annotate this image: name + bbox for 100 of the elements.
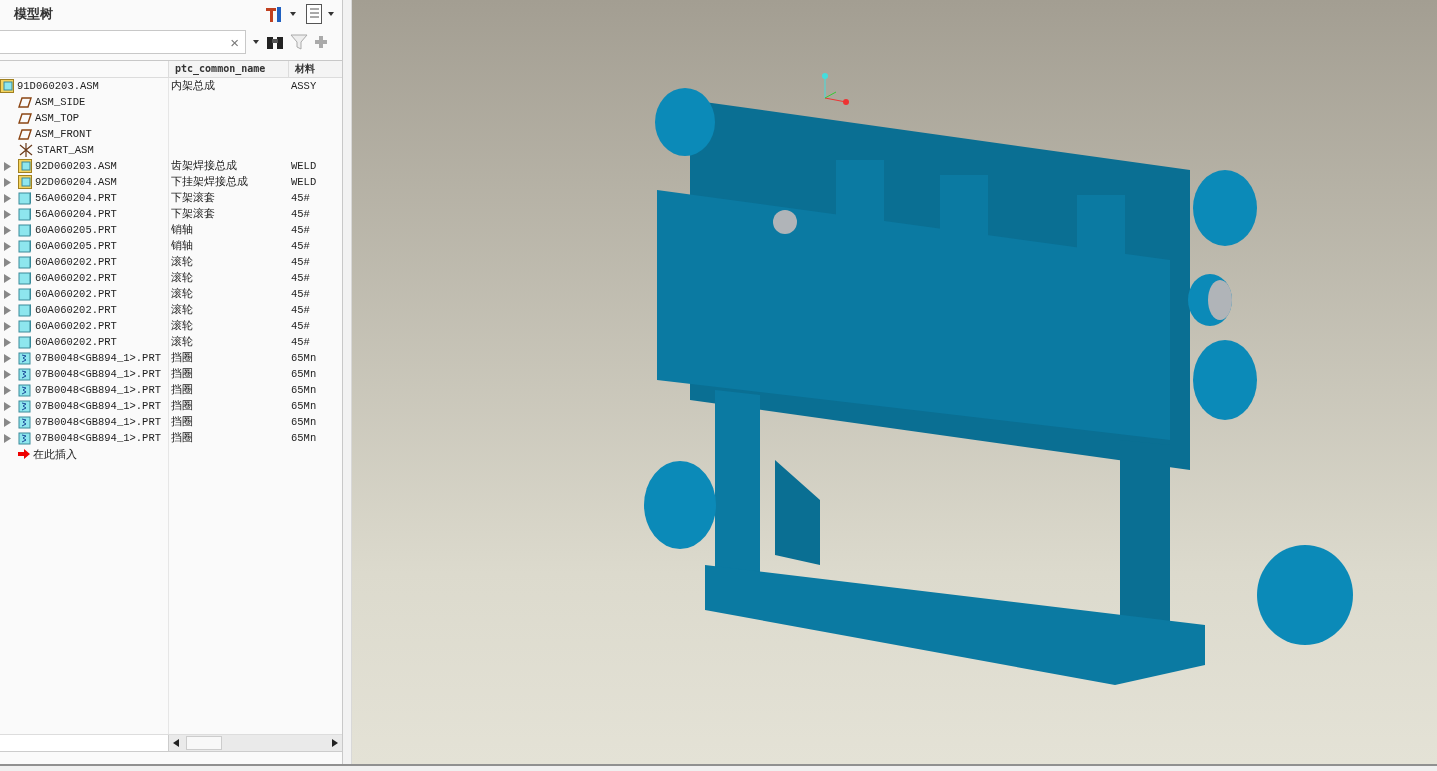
- part-icon: [18, 191, 32, 205]
- table-cell-text: 65Mn: [290, 351, 318, 366]
- collapsed-arrow-icon[interactable]: [3, 193, 11, 203]
- tree-item-name[interactable]: ASM_TOP: [35, 112, 80, 124]
- tree-item-name[interactable]: 60A060202.PRT: [35, 336, 117, 348]
- part-icon: [18, 335, 32, 349]
- table-cell-text: 65Mn: [290, 399, 318, 414]
- collapsed-arrow-icon[interactable]: [3, 385, 11, 395]
- part-icon: [18, 287, 32, 301]
- assembly-icon: [18, 159, 32, 173]
- table-cell-text: 挡圈: [170, 366, 194, 382]
- tree-item-name[interactable]: 60A060205.PRT: [35, 224, 117, 236]
- collapsed-arrow-icon[interactable]: [3, 257, 11, 267]
- table-cell-text: ASSY: [290, 79, 318, 94]
- insert-arrow-icon: [18, 449, 30, 459]
- collapsed-arrow-icon[interactable]: [3, 353, 11, 363]
- tree-item-name[interactable]: 60A060202.PRT: [35, 272, 117, 284]
- table-cell-text: 挡圈: [170, 430, 194, 446]
- tree-item-name[interactable]: 60A060205.PRT: [35, 240, 117, 252]
- collapsed-arrow-icon[interactable]: [3, 209, 11, 219]
- table-cell-text: 65Mn: [290, 367, 318, 382]
- collapsed-arrow-icon[interactable]: [3, 401, 11, 411]
- part-icon: [18, 271, 32, 285]
- table-cell-text: 挡圈: [170, 350, 194, 366]
- tree-item-name[interactable]: 07B0048<GB894_1>.PRT: [35, 352, 162, 364]
- collapsed-arrow-icon[interactable]: [3, 273, 11, 283]
- table-cell-text: 65Mn: [290, 431, 318, 446]
- datum-plane-icon: [18, 96, 32, 108]
- table-cell-text: 45#: [290, 303, 311, 318]
- tree-item-name[interactable]: 92D060203.ASM: [35, 160, 117, 172]
- scroll-left-icon[interactable]: [172, 738, 180, 748]
- table-cell-text: 45#: [290, 287, 311, 302]
- part-icon: [18, 223, 32, 237]
- tree-item-name[interactable]: 60A060202.PRT: [35, 320, 117, 332]
- table-cell-text: 65Mn: [290, 383, 318, 398]
- table-cell-text: 45#: [290, 207, 311, 222]
- table-cell-text: 销轴: [170, 222, 194, 238]
- plus-icon[interactable]: [314, 35, 328, 49]
- tree-item-name[interactable]: 在此插入: [33, 446, 77, 462]
- standard-part-icon: [18, 415, 32, 429]
- datum-plane-icon: [18, 128, 32, 140]
- part-icon: [18, 303, 32, 317]
- column-header[interactable]: 材料: [288, 61, 343, 77]
- collapsed-arrow-icon[interactable]: [3, 241, 11, 251]
- tree-item-name[interactable]: 60A060202.PRT: [35, 256, 117, 268]
- table-cell-text: 齿架焊接总成: [170, 158, 238, 174]
- collapsed-arrow-icon[interactable]: [3, 369, 11, 379]
- table-cell-text: 45#: [290, 255, 311, 270]
- collapsed-arrow-icon[interactable]: [3, 433, 11, 443]
- tree-item-name[interactable]: 07B0048<GB894_1>.PRT: [35, 400, 162, 412]
- datum-plane-icon: [18, 112, 32, 124]
- collapsed-arrow-icon[interactable]: [3, 305, 11, 315]
- dropdown-caret-icon[interactable]: [326, 10, 337, 18]
- table-cell-text: 下架滚套: [170, 206, 216, 222]
- collapsed-arrow-icon[interactable]: [3, 161, 11, 171]
- table-cell-text: 内架总成: [170, 78, 216, 94]
- standard-part-icon: [18, 367, 32, 381]
- horizontal-scrollbar[interactable]: [0, 735, 169, 751]
- tree-item-name[interactable]: 92D060204.ASM: [35, 176, 117, 188]
- table-cell-text: 45#: [290, 223, 311, 238]
- scroll-right-icon[interactable]: [331, 738, 340, 748]
- collapsed-arrow-icon[interactable]: [3, 225, 11, 235]
- tree-item-name[interactable]: 60A060202.PRT: [35, 304, 117, 316]
- collapsed-arrow-icon[interactable]: [3, 177, 11, 187]
- table-cell-text: 45#: [290, 271, 311, 286]
- tree-item-name[interactable]: 07B0048<GB894_1>.PRT: [35, 368, 162, 380]
- tree-item-name[interactable]: 60A060202.PRT: [35, 288, 117, 300]
- filter-icon[interactable]: [290, 34, 308, 50]
- 3d-viewport[interactable]: [352, 0, 1437, 764]
- table-cell-text: 滚轮: [170, 286, 194, 302]
- part-icon: [18, 207, 32, 221]
- tree-item-name[interactable]: 56A060204.PRT: [35, 208, 117, 220]
- binoculars-icon[interactable]: [266, 34, 284, 50]
- column-header[interactable]: ptc_common_name: [168, 61, 288, 77]
- clear-button[interactable]: ×: [230, 33, 239, 51]
- collapsed-arrow-icon[interactable]: [3, 337, 11, 347]
- dropdown-caret-icon[interactable]: [288, 10, 299, 18]
- tree-item-name[interactable]: ASM_FRONT: [35, 128, 92, 140]
- assembly-icon: [0, 79, 14, 93]
- table-cell-text: 下架滚套: [170, 190, 216, 206]
- collapsed-arrow-icon[interactable]: [3, 289, 11, 299]
- tree-item-name[interactable]: 56A060204.PRT: [35, 192, 117, 204]
- tree-item-name[interactable]: START_ASM: [37, 144, 94, 156]
- coordinate-system-icon: [18, 143, 34, 157]
- dropdown-caret-icon[interactable]: [252, 39, 260, 45]
- tree-item-name[interactable]: 07B0048<GB894_1>.PRT: [35, 384, 162, 396]
- table-cell-text: 挡圈: [170, 382, 194, 398]
- tree-item-name[interactable]: 07B0048<GB894_1>.PRT: [35, 432, 162, 444]
- collapsed-arrow-icon[interactable]: [3, 417, 11, 427]
- table-cell-text: 65Mn: [290, 415, 318, 430]
- horizontal-scrollbar[interactable]: [169, 735, 343, 751]
- search-field[interactable]: ×: [0, 30, 246, 54]
- tree-item-name[interactable]: ASM_SIDE: [35, 96, 86, 108]
- list-icon[interactable]: [306, 4, 323, 24]
- tree-item-name[interactable]: 07B0048<GB894_1>.PRT: [35, 416, 162, 428]
- collapsed-arrow-icon[interactable]: [3, 321, 11, 331]
- scrollbar-thumb[interactable]: [186, 736, 222, 750]
- table-cell-text: 下挂架焊接总成: [170, 174, 249, 190]
- tree-item-name[interactable]: 91D060203.ASM: [17, 80, 99, 92]
- standard-part-icon: [18, 383, 32, 397]
